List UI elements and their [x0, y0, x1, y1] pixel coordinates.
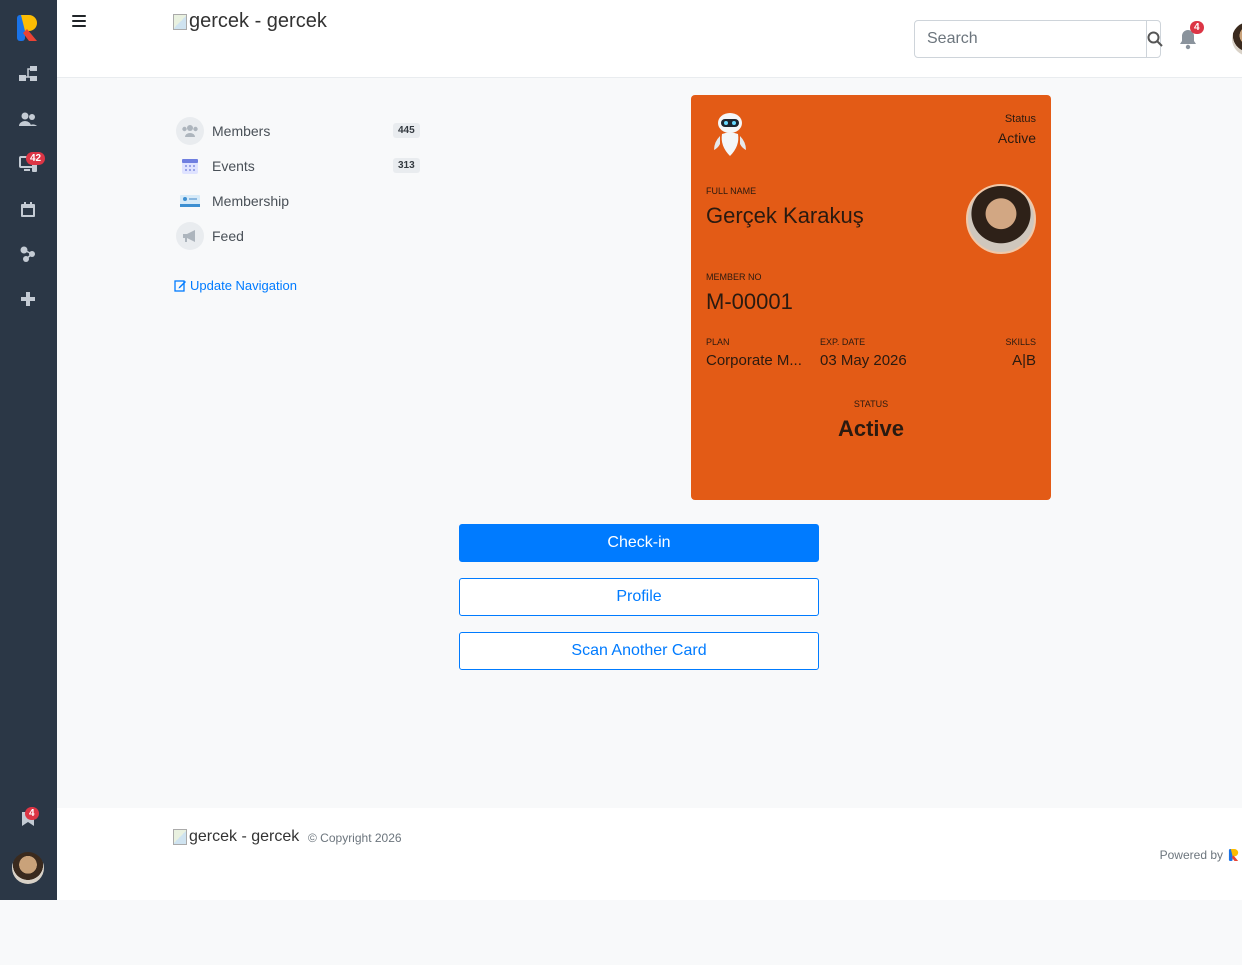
- notification-badge: 4: [1190, 21, 1204, 34]
- members-icon: [176, 116, 204, 145]
- plan-value: Corporate M...: [706, 352, 802, 369]
- top-bar: gercek - gercek 4: [57, 0, 1242, 78]
- nav-item-feed[interactable]: Feed: [176, 218, 426, 253]
- nav-item-membership[interactable]: Membership: [176, 183, 426, 218]
- robot-mascot-icon: [714, 113, 746, 156]
- r-logo-icon: [1228, 849, 1239, 861]
- nav-label: Events: [212, 157, 255, 174]
- users-icon[interactable]: [17, 108, 39, 130]
- member-photo: [966, 184, 1036, 254]
- page-navigation: Members 445 Events 313 Membership Feed: [176, 113, 426, 253]
- plan-label: PLAN: [706, 337, 730, 347]
- nav-item-events[interactable]: Events 313: [176, 148, 426, 183]
- exp-date-value: 03 May 2026: [820, 352, 907, 369]
- update-navigation-link[interactable]: Update Navigation: [174, 278, 297, 293]
- footer-brand[interactable]: gercek - gercek: [173, 828, 299, 846]
- megaphone-icon: [176, 221, 204, 250]
- nav-label: Membership: [212, 192, 290, 209]
- brand-logo[interactable]: gercek - gercek: [173, 10, 327, 33]
- search-icon: [1147, 31, 1163, 47]
- nav-label: Feed: [212, 227, 244, 244]
- nav-item-members[interactable]: Members 445: [176, 113, 426, 148]
- search-input[interactable]: [915, 21, 1146, 57]
- skills-value: A|B: [1012, 352, 1036, 369]
- events-calendar-icon: [176, 152, 204, 180]
- share-icon[interactable]: [17, 243, 39, 265]
- skills-label: SKILLS: [1005, 337, 1036, 347]
- check-in-button[interactable]: Check-in: [459, 524, 819, 562]
- status-label: Status: [1004, 113, 1036, 125]
- user-avatar[interactable]: [1232, 22, 1242, 56]
- footer-brand-text: gercek - gercek: [189, 828, 300, 845]
- profile-button[interactable]: Profile: [459, 578, 819, 616]
- broken-image-icon: [173, 13, 187, 30]
- update-navigation-label: Update Navigation: [190, 278, 297, 293]
- membership-card-icon: [176, 187, 204, 215]
- r-logo-icon[interactable]: [15, 13, 41, 43]
- calendar-icon[interactable]: [17, 198, 39, 220]
- footer: gercek - gercek © Copyright 2026 Powered…: [57, 808, 1242, 900]
- hamburger-menu-icon[interactable]: [72, 15, 86, 27]
- status-big-value: Active: [837, 416, 905, 441]
- membership-card: Status Active FULL NAME Gerçek Karakuş M…: [691, 95, 1051, 500]
- members-count: 445: [393, 123, 420, 138]
- scan-another-card-button[interactable]: Scan Another Card: [459, 632, 819, 670]
- status-value: Active: [997, 130, 1036, 146]
- devices-badge: 42: [26, 152, 46, 165]
- powered-by-text: Powered by: [1159, 848, 1223, 862]
- notes-badge: 4: [25, 807, 39, 820]
- nav-label: Members: [212, 122, 271, 139]
- hierarchy-icon[interactable]: [17, 63, 39, 85]
- status-big-label: STATUS: [853, 399, 889, 409]
- brand-text: gercek - gercek: [189, 10, 327, 32]
- member-no-label: MEMBER NO: [706, 272, 762, 282]
- events-count: 313: [393, 158, 420, 173]
- exp-date-label: EXP. DATE: [820, 337, 866, 347]
- search-button[interactable]: [1146, 21, 1163, 57]
- edit-icon: [174, 280, 186, 292]
- full-name-label: FULL NAME: [706, 186, 757, 196]
- full-name: Gerçek Karakuş: [706, 203, 864, 228]
- sidebar: 42 4: [0, 0, 57, 900]
- powered-by[interactable]: Powered by: [1160, 848, 1240, 862]
- copyright-text: © Copyright 2026: [308, 831, 402, 845]
- member-no: M-00001: [706, 289, 793, 314]
- sidebar-avatar[interactable]: [12, 852, 44, 884]
- plus-icon[interactable]: [17, 288, 39, 310]
- broken-image-icon: [173, 829, 187, 845]
- search-box: [914, 20, 1163, 58]
